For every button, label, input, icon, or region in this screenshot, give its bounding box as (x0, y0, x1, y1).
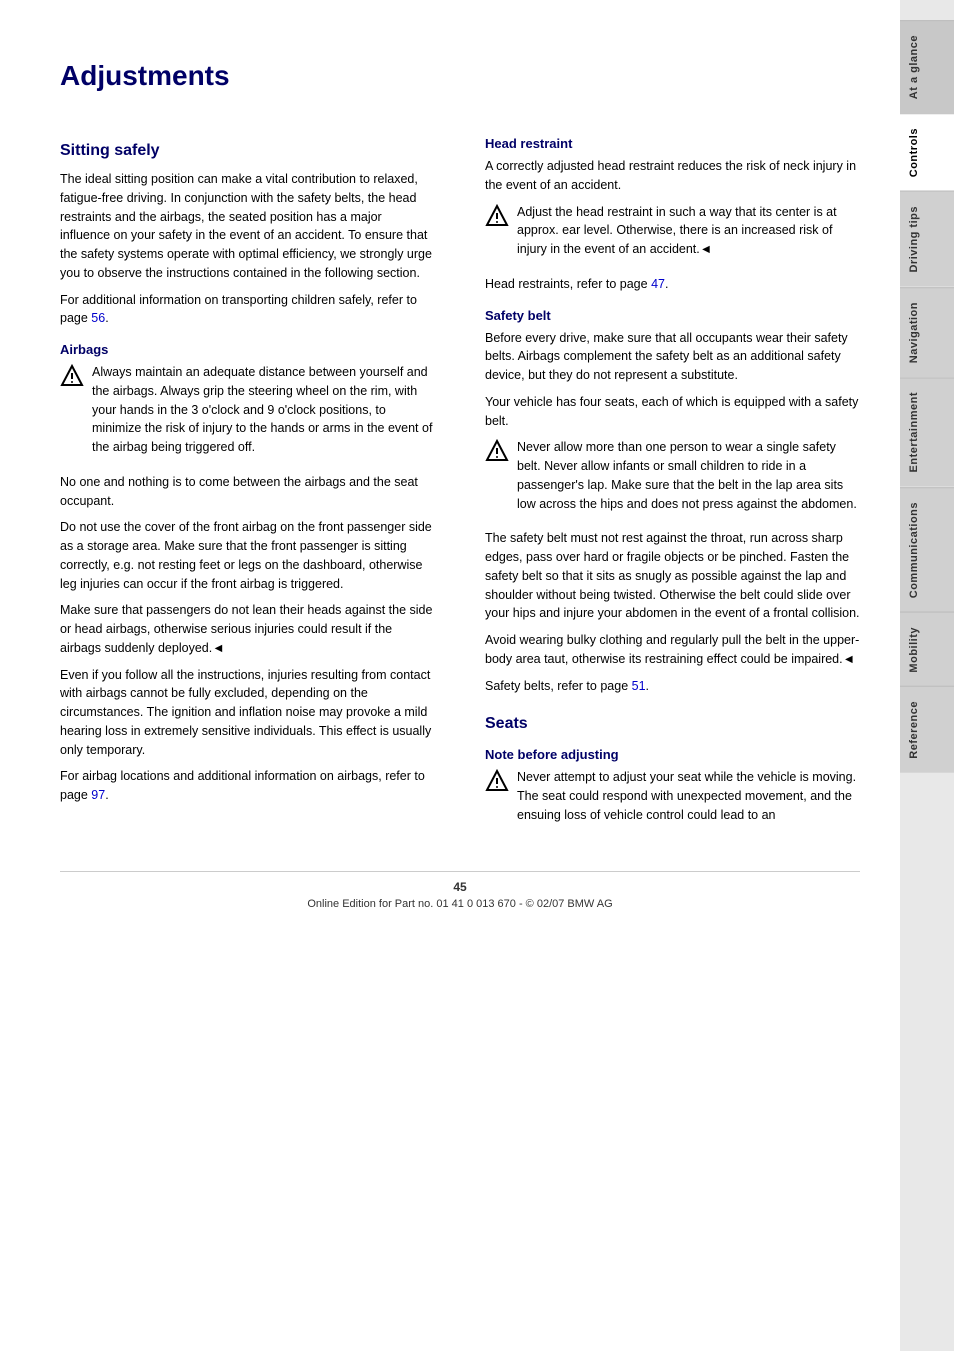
safety-belt-para1: Before every drive, make sure that all o… (485, 329, 860, 385)
sidebar-tab-mobility[interactable]: Mobility (900, 612, 954, 687)
airbag-page-link[interactable]: 97 (91, 788, 105, 802)
safety-belt-warning-block: Never allow more than one person to wear… (485, 438, 860, 521)
airbags-para2: Do not use the cover of the front airbag… (60, 518, 435, 593)
safety-belt-title: Safety belt (485, 308, 860, 323)
sidebar-tab-navigation[interactable]: Navigation (900, 287, 954, 377)
safety-belt-para2: Your vehicle has four seats, each of whi… (485, 393, 860, 431)
warning-triangle-icon-2 (485, 204, 509, 228)
sidebar-tab-entertainment[interactable]: Entertainment (900, 377, 954, 486)
sidebar-tab-controls[interactable]: Controls (900, 113, 954, 191)
page-footer: 45 Online Edition for Part no. 01 41 0 0… (60, 871, 860, 910)
airbags-warning-block: Always maintain an adequate distance bet… (60, 363, 435, 465)
seats-warning-text: Never attempt to adjust your seat while … (517, 768, 860, 824)
sidebar-tab-reference[interactable]: Reference (900, 686, 954, 773)
safety-belt-warning-text: Never allow more than one person to wear… (517, 438, 860, 513)
sitting-safely-title: Sitting safely (60, 142, 435, 160)
airbag-ref: For airbag locations and additional info… (60, 767, 435, 805)
head-restraint-ref: Head restraints, refer to page 47. (485, 275, 860, 294)
sidebar-tab-communications[interactable]: Communications (900, 487, 954, 612)
warning-triangle-icon (60, 364, 84, 388)
airbags-para1: No one and nothing is to come between th… (60, 473, 435, 511)
note-before-adjusting-title: Note before adjusting (485, 747, 860, 762)
footer-text: Online Edition for Part no. 01 41 0 013 … (60, 898, 860, 910)
sidebar-tab-at-a-glance[interactable]: At a glance (900, 20, 954, 113)
head-restraint-page-link[interactable]: 47 (651, 277, 665, 291)
warning-triangle-icon-3 (485, 439, 509, 463)
safety-belt-para3: The safety belt must not rest against th… (485, 529, 860, 623)
head-restraint-intro: A correctly adjusted head restraint redu… (485, 157, 860, 195)
airbags-para4: Even if you follow all the instructions,… (60, 666, 435, 760)
warning-triangle-icon-4 (485, 769, 509, 793)
page-number: 45 (60, 880, 860, 894)
seats-warning-block: Never attempt to adjust your seat while … (485, 768, 860, 832)
sidebar-tab-driving-tips[interactable]: Driving tips (900, 191, 954, 287)
safety-belt-para4: Avoid wearing bulky clothing and regular… (485, 631, 860, 669)
sidebar: At a glance Controls Driving tips Naviga… (900, 0, 954, 1351)
safety-belt-page-link[interactable]: 51 (632, 679, 646, 693)
head-restraint-title: Head restraint (485, 136, 860, 151)
head-restraint-warning-block: Adjust the head restraint in such a way … (485, 203, 860, 267)
children-note: For additional information on transporti… (60, 291, 435, 329)
safety-belt-ref: Safety belts, refer to page 51. (485, 677, 860, 696)
children-page-link[interactable]: 56 (91, 311, 105, 325)
airbags-title: Airbags (60, 342, 435, 357)
airbags-warning1-text: Always maintain an adequate distance bet… (92, 363, 435, 457)
page-title: Adjustments (60, 60, 860, 92)
head-restraint-warning-text: Adjust the head restraint in such a way … (517, 203, 860, 259)
sitting-safely-intro: The ideal sitting position can make a vi… (60, 170, 435, 283)
airbags-para3: Make sure that passengers do not lean th… (60, 601, 435, 657)
seats-title: Seats (485, 715, 860, 733)
